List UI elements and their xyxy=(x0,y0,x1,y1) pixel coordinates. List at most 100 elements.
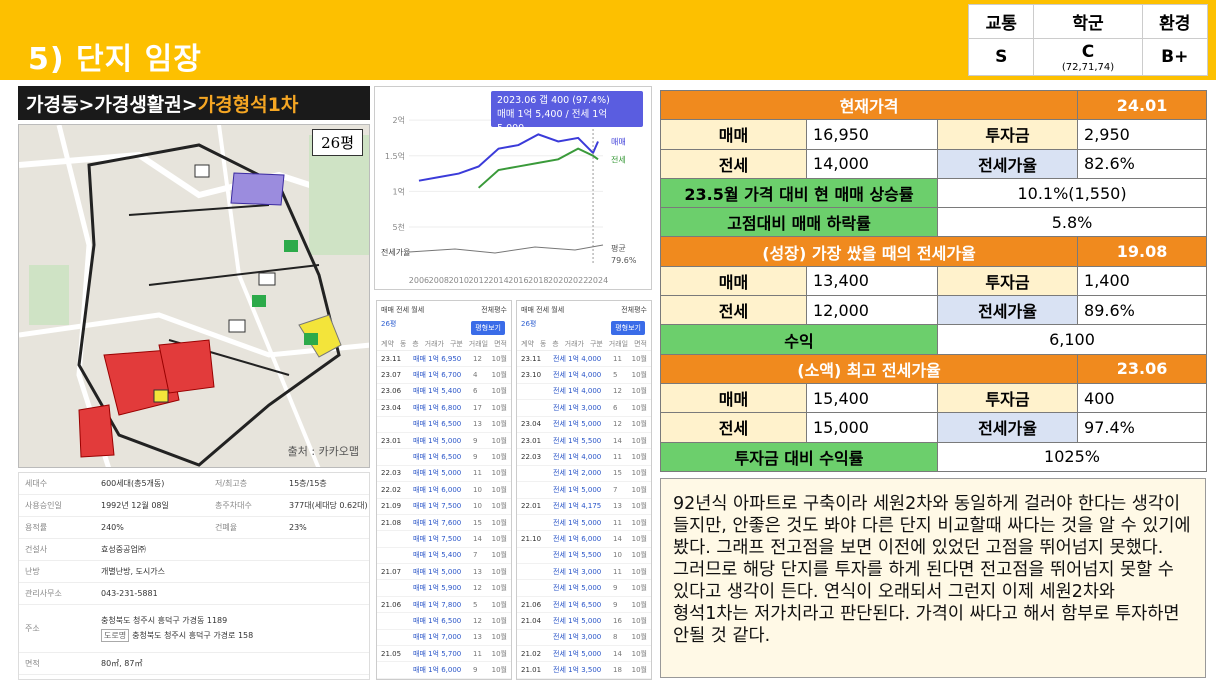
table-row[interactable]: 21.06 매매 1억 7,800 5 10월 xyxy=(377,597,511,614)
table-row[interactable]: 매매 1억 6,000 9 10월 xyxy=(377,662,511,679)
column-header: 거래일 xyxy=(608,340,629,348)
table-row[interactable]: 전세 1억 4,000 12 10월 xyxy=(517,384,651,401)
x-tick-label: 2010 xyxy=(449,276,469,285)
table-cell: 매매 1억 5,700 xyxy=(413,649,462,658)
table-row[interactable]: 매매 1억 6,500 12 10월 xyxy=(377,613,511,630)
info-label: 면적 xyxy=(25,659,40,668)
cur-sale: 16,950 xyxy=(806,119,938,150)
transaction-list-sale[interactable]: 매매 전세 월세 전체평수 26평 평형보기 계약 동 층 거래가 구분 거래일 면적 23… xyxy=(376,300,512,680)
table-row[interactable]: 전세 1억 5,500 10 10월 xyxy=(517,548,651,565)
price-graph: 2억 1.5억 1억 5천 2006 2008 2010 2012 2014 2016 2018 20… xyxy=(374,86,652,290)
table-cell: 16 xyxy=(613,616,622,625)
table-row[interactable]: 22.01 전세 1억 4,175 13 10월 xyxy=(517,499,651,515)
tab-jeonse[interactable]: 전세 xyxy=(536,306,549,314)
table-row[interactable]: 21.05 매매 1억 5,700 11 10월 xyxy=(377,646,511,663)
table-row[interactable]: 21.01 전세 1억 3,500 18 10월 xyxy=(517,662,651,679)
table-row[interactable]: 전세 1억 5,000 9 10월 xyxy=(517,580,651,597)
table-row[interactable]: 23.01 전세 1억 5,500 14 10월 xyxy=(517,433,651,450)
table-cell: 10월 xyxy=(491,567,507,576)
table-row[interactable]: 23.04 전세 1억 5,000 12 10월 xyxy=(517,417,651,433)
table-row[interactable]: 21.02 전세 1억 5,000 14 10월 xyxy=(517,646,651,663)
tooltip-line2: 매매 1억 5,400 / 전세 1억 5,000 xyxy=(497,109,608,134)
table-row[interactable]: 전세 1억 2,000 15 10월 xyxy=(517,466,651,483)
table-row[interactable]: 전세 1억 5,000 7 10월 xyxy=(517,482,651,499)
ratio-line xyxy=(408,244,604,254)
table-cell: 12 xyxy=(473,616,482,625)
info-row: 건설사 효성중공업㈜ xyxy=(19,539,369,561)
address-road-line: 도로명 충청북도 청주시 흥덕구 가경로 158 xyxy=(101,629,369,642)
table-row[interactable]: 전세 1억 5,000 11 10월 xyxy=(517,515,651,532)
table-cell: 매매 1억 6,000 xyxy=(413,485,462,494)
table-cell: 11 xyxy=(613,567,622,576)
table-cell: 5 xyxy=(613,371,618,380)
table-row[interactable]: 매매 1억 5,400 7 10월 xyxy=(377,548,511,565)
table-cell: 10월 xyxy=(491,354,507,363)
table-cell: 전세 1억 4,000 xyxy=(553,371,602,380)
table-row[interactable]: 21.06 전세 1억 6,500 9 10월 xyxy=(517,597,651,614)
table-cell: 23.01 xyxy=(521,436,542,445)
table-row[interactable]: 매매 1억 6,500 9 10월 xyxy=(377,449,511,466)
tab-sale[interactable]: 매매 xyxy=(521,306,534,314)
table-cell: 전세 1억 4,000 xyxy=(553,387,602,396)
info-address: 충청북도 청주시 흥덕구 가경동 1189 도로명 충청북도 청주시 흥덕구 가경로… xyxy=(99,615,369,642)
table-row[interactable]: 23.01 매매 1억 5,000 9 10월 xyxy=(377,433,511,450)
tab-monthly[interactable]: 월세 xyxy=(411,306,424,314)
table-row[interactable]: 매매 1억 7,000 13 10월 xyxy=(377,630,511,647)
table-cell: 10월 xyxy=(631,567,647,576)
grow-sale: 13,400 xyxy=(806,265,938,297)
table-row[interactable]: 21.04 전세 1억 5,000 16 10월 xyxy=(517,613,651,630)
y-tick-label: 1.5억 xyxy=(385,151,405,161)
table-row[interactable]: 21.10 전세 1억 6,000 14 10월 xyxy=(517,531,651,548)
current-price-label: 현재가격 xyxy=(659,89,1079,121)
table-row[interactable]: 22.03 매매 1억 5,000 11 10월 xyxy=(377,466,511,483)
table-row[interactable]: 23.11 전세 1억 4,000 11 10월 xyxy=(517,351,651,368)
size-view-button[interactable]: 평형보기 xyxy=(471,321,505,335)
table-row[interactable]: 22.02 매매 1억 6,000 10 10월 xyxy=(377,482,511,499)
table-row[interactable]: 21.07 매매 1억 5,000 13 10월 xyxy=(377,564,511,581)
table-row[interactable]: 21.08 매매 1억 7,600 15 10월 xyxy=(377,515,511,532)
info-label: 총주차대수 xyxy=(215,501,252,510)
table-cell: 10월 xyxy=(491,371,507,380)
table-row[interactable]: 23.04 매매 1억 6,800 17 10월 xyxy=(377,400,511,417)
tab-jeonse[interactable]: 전세 xyxy=(396,306,409,314)
x-tick-label: 2012 xyxy=(468,276,488,285)
size-filter[interactable]: 전체평수 xyxy=(481,305,507,315)
table-cell: 전세 1억 5,000 xyxy=(553,420,602,429)
complex-map[interactable]: 26평 출처 : 카카오맵 xyxy=(18,124,370,468)
table-cell: 11 xyxy=(613,518,622,527)
column-header: 층 xyxy=(412,340,419,348)
size-tab[interactable]: 26평 xyxy=(521,319,536,329)
table-row[interactable]: 23.07 매매 1억 6,700 4 10월 xyxy=(377,367,511,384)
table-cell: 13 xyxy=(473,420,482,429)
table-cell: 10월 xyxy=(491,436,507,445)
table-cell: 10월 xyxy=(491,584,507,593)
table-cell: 22.02 xyxy=(381,485,402,494)
table-row[interactable]: 전세 1억 3,000 8 10월 xyxy=(517,630,651,647)
ratio-label: 전세가율 xyxy=(936,148,1079,179)
table-row[interactable]: 전세 1억 3,000 11 10월 xyxy=(517,564,651,581)
table-row[interactable]: 23.10 전세 1억 4,000 5 10월 xyxy=(517,367,651,384)
transaction-list-jeonse[interactable]: 매매 전세 월세 전체평수 26평 평형보기 계약 동 층 거래가 구분 거래일 면적 23… xyxy=(516,300,652,680)
table-cell: 전세 1억 5,000 xyxy=(553,518,602,527)
table-cell: 11 xyxy=(613,453,622,462)
tab-sale[interactable]: 매매 xyxy=(381,306,394,314)
sale-label: 매매 xyxy=(660,265,807,297)
table-row[interactable]: 22.03 전세 1억 4,000 11 10월 xyxy=(517,449,651,466)
size-filter[interactable]: 전체평수 xyxy=(621,305,647,315)
table-row[interactable]: 매매 1억 6,500 13 10월 xyxy=(377,417,511,433)
size-view-button[interactable]: 평형보기 xyxy=(611,321,645,335)
table-row[interactable]: 23.06 매매 1억 5,400 6 10월 xyxy=(377,384,511,401)
table-row[interactable]: 전세 1억 3,000 6 10월 xyxy=(517,400,651,417)
table-row[interactable]: 매매 1억 5,900 12 10월 xyxy=(377,580,511,597)
tab-monthly[interactable]: 월세 xyxy=(551,306,564,314)
grade-traffic-label: 교통 xyxy=(967,4,1035,39)
table-cell: 매매 1억 7,000 xyxy=(413,633,462,642)
info-value: 043-231-5881 xyxy=(101,589,158,598)
table-row[interactable]: 21.09 매매 1억 7,500 10 10월 xyxy=(377,499,511,515)
info-value: 240% xyxy=(101,523,124,532)
grow-jeonse: 12,000 xyxy=(806,295,938,326)
size-tab[interactable]: 26평 xyxy=(381,319,396,329)
table-row[interactable]: 23.11 매매 1억 6,950 12 10월 xyxy=(377,351,511,368)
table-row[interactable]: 매매 1억 7,500 14 10월 xyxy=(377,531,511,548)
page-title: 5) 단지 임장 xyxy=(28,42,202,77)
